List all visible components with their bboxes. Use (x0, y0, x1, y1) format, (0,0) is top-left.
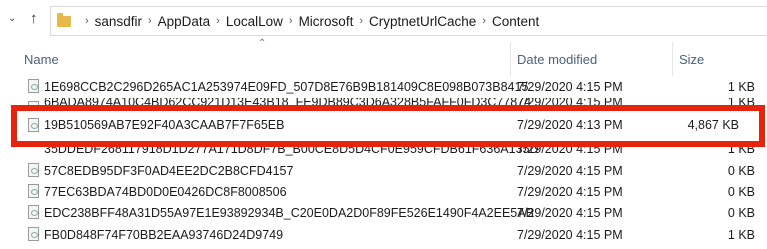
file-size: 4,867 KB (687, 118, 739, 132)
file-size: 1 KB (727, 228, 755, 242)
chevron-right-icon[interactable]: › (216, 15, 220, 27)
file-row[interactable]: 57C8EDB95DF3F0AD4EE2DC2B8CFD4157 7/29/20… (0, 160, 767, 182)
file-row[interactable]: 77EC63BDA74BD0D0E0426DC8F8008506 7/29/20… (0, 181, 767, 203)
chevron-right-icon[interactable]: › (482, 15, 486, 27)
column-divider[interactable] (672, 42, 673, 76)
chevron-down-icon[interactable]: ⌄ (8, 13, 16, 24)
file-date: 7/29/2020 4:15 PM (517, 185, 623, 199)
breadcrumb-sansdfir[interactable]: sansdfir (95, 14, 142, 29)
file-size: 0 KB (727, 164, 755, 178)
file-row[interactable]: 35DDEDF268117918D1D277A171D8DF7B_B00CE8D… (0, 147, 767, 161)
file-name: 57C8EDB95DF3F0AD4EE2DC2B8CFD4157 (44, 164, 294, 178)
column-header-row: ⌃ Name Date modified Size (0, 38, 767, 76)
address-bar[interactable]: › sansdfir › AppData › LocalLow › Micros… (50, 6, 767, 36)
breadcrumb-appdata[interactable]: AppData (158, 14, 211, 29)
file-date: 7/29/2020 4:15 PM (517, 164, 623, 178)
up-arrow-icon[interactable]: ↑ (30, 10, 38, 27)
column-header-size[interactable]: Size (679, 52, 704, 67)
chevron-right-icon[interactable]: › (359, 15, 363, 27)
file-date: 7/29/2020 4:15 PM (517, 228, 623, 242)
file-size: 0 KB (727, 206, 755, 220)
file-icon (28, 118, 39, 132)
address-bar-area: ⌄ ↑ › sansdfir › AppData › LocalLow › Mi… (0, 0, 767, 36)
chevron-right-icon[interactable]: › (289, 15, 293, 27)
file-icon (28, 184, 39, 198)
file-name: 35DDEDF268117918D1D277A171D8DF7B_B00CE8D… (44, 147, 539, 156)
file-row[interactable]: EDC238BFF48A31D55A97E1E93892934B_C20E0DA… (0, 202, 767, 224)
file-row[interactable]: FB0D848F74F70BB2EAA93746D24D9749 7/29/20… (0, 224, 767, 246)
breadcrumb-content[interactable]: Content (492, 14, 539, 29)
file-name: 19B510569AB7E92F40A3CAAB7F7F65EB (44, 118, 285, 132)
file-size: 1 KB (727, 80, 755, 94)
file-icon (28, 227, 39, 241)
column-header-name[interactable]: Name (24, 52, 59, 67)
file-name: EDC238BFF48A31D55A97E1E93892934B_C20E0DA… (44, 206, 534, 220)
column-header-date[interactable]: Date modified (517, 52, 597, 67)
breadcrumb-cryptneturlcache[interactable]: CryptnetUrlCache (369, 14, 476, 29)
file-icon (28, 79, 39, 93)
chevron-right-icon: › (85, 15, 89, 27)
file-date: 7/29/2020 4:15 PM (517, 206, 623, 220)
folder-icon (57, 12, 71, 27)
breadcrumb-microsoft[interactable]: Microsoft (299, 14, 354, 29)
file-icon (28, 163, 39, 177)
file-name: FB0D848F74F70BB2EAA93746D24D9749 (44, 228, 284, 242)
file-icon (28, 205, 39, 219)
file-date: 7/29/2020 4:15 PM (517, 80, 623, 94)
file-name: 77EC63BDA74BD0D0E0426DC8F8008506 (44, 185, 287, 199)
sort-ascending-icon: ⌃ (258, 38, 267, 49)
file-row-highlighted[interactable]: 19B510569AB7E92F40A3CAAB7F7F65EB 7/29/20… (0, 115, 767, 137)
file-size: 0 KB (727, 185, 755, 199)
file-name: 1E698CCB2C296D265AC1A253974E09FD_507D8E7… (44, 80, 529, 94)
file-date: 7/29/2020 4:13 PM (517, 118, 623, 132)
file-size: 1 KB (727, 147, 755, 156)
chevron-right-icon[interactable]: › (148, 15, 152, 27)
breadcrumb-locallow[interactable]: LocalLow (226, 14, 283, 29)
file-row[interactable]: 1E698CCB2C296D265AC1A253974E09FD_507D8E7… (0, 76, 767, 98)
file-date: 7/29/2020 4:15 PM (517, 147, 623, 156)
column-divider[interactable] (510, 42, 511, 76)
